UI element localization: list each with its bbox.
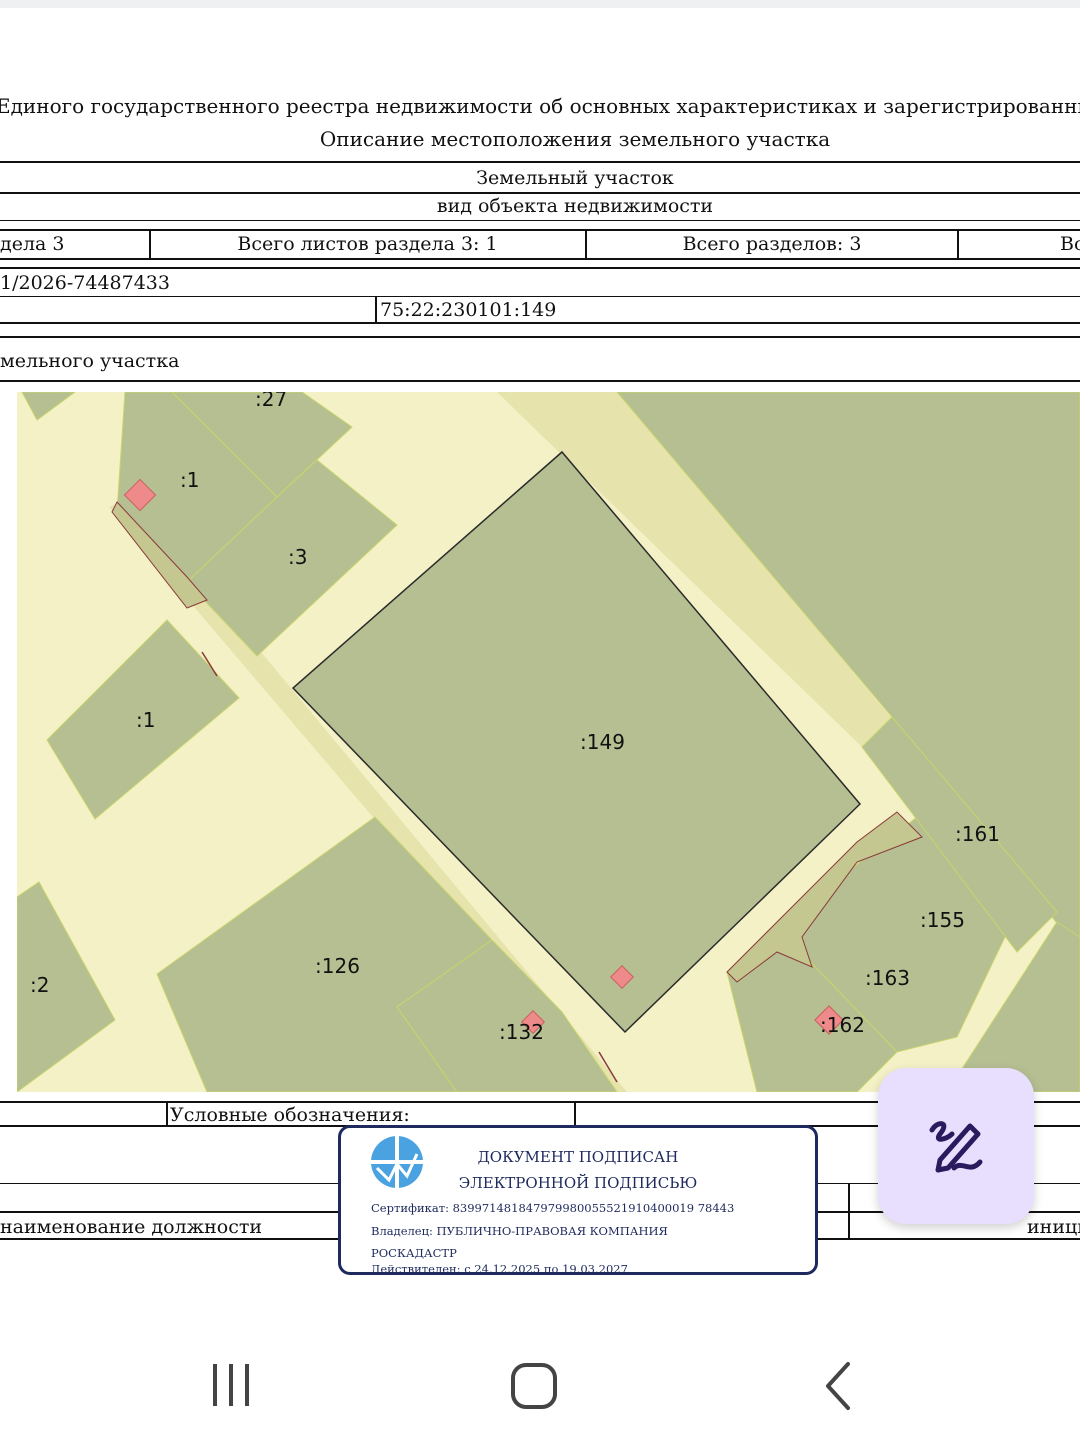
table-rule [0,229,1080,231]
map-label: :3 [288,545,308,569]
signature-pen-icon [929,1121,983,1173]
extract-heading: Единого государственного реестра недвижи… [0,94,1080,118]
cadastral-map[interactable]: :27 :1 :3 :1 :149 :161 :155 :163 :126 :2… [17,392,1080,1092]
table-rule [0,296,1080,297]
back-button[interactable] [818,1360,858,1412]
map-label: :1 [136,708,156,732]
e-signature-stamp: ДОКУМЕНТ ПОДПИСАН ЭЛЕКТРОННОЙ ПОДПИСЬЮ С… [338,1125,818,1276]
table-divider [166,1101,168,1127]
map-label-main-parcel: :149 [580,730,625,754]
record-number: 1/2026-74487433 [0,272,170,294]
stamp-subtitle: ЭЛЕКТРОННОЙ ПОДПИСЬЮ [458,1174,698,1192]
plan-caption: мельного участка [0,350,180,372]
stamp-validity: Действителен: с 24.12.2025 по 19.03.2027 [371,1262,628,1276]
section-cell: дела 3 [0,233,65,255]
sections-cell: Всего разделов: 3 [682,233,862,255]
map-label: :27 [255,392,288,411]
table-rule [0,322,1080,324]
map-label: :1 [180,468,200,492]
table-rule [0,192,1080,194]
legend-heading: Условные обозначения: [170,1104,410,1126]
back-icon [826,1362,850,1410]
object-type: Земельный участок [476,167,674,189]
initials-caption: иници [1027,1216,1080,1238]
object-type-caption: вид объекта недвижимости [436,195,714,217]
home-icon [511,1363,557,1409]
map-label: :163 [865,966,910,990]
home-button[interactable] [508,1360,560,1412]
stamp-owner: Владелец: ПУБЛИЧНО-ПРАВОВАЯ КОМПАНИЯ [371,1224,668,1238]
table-rule [0,258,1080,260]
table-divider [957,229,959,260]
last-cell: Во [1060,233,1080,255]
map-label: :2 [30,973,50,997]
cadastral-number: 75:22:230101:149 [380,299,557,321]
recent-apps-icon [213,1364,249,1406]
table-rule [0,161,1080,163]
map-label: :162 [820,1013,865,1037]
stamp-title: ДОКУМЕНТ ПОДПИСАН [477,1148,679,1166]
sheets-cell: Всего листов раздела 3: 1 [237,233,498,255]
position-name-caption: наименование должности [0,1216,263,1238]
table-rule [0,267,1080,269]
navigation-bar [0,1300,1080,1450]
table-rule [0,220,1080,221]
recent-apps-button[interactable] [205,1360,257,1410]
table-rule [0,380,1080,382]
map-label: :155 [920,908,965,932]
map-label: :132 [499,1020,544,1044]
stamp-certificate: Сертификат: 8399714818479799800555219104… [371,1201,735,1215]
extract-subheading: Описание местоположения земельного участ… [319,127,831,151]
stamp-owner-org: РОСКАДАСТР [371,1246,457,1260]
table-divider [375,296,377,324]
table-divider [574,1101,576,1127]
map-drawing [17,392,1080,1092]
table-rule [0,336,1080,338]
table-divider [848,1183,850,1240]
sign-document-button[interactable] [878,1068,1034,1224]
map-label: :161 [955,822,1000,846]
map-label: :126 [315,954,360,978]
